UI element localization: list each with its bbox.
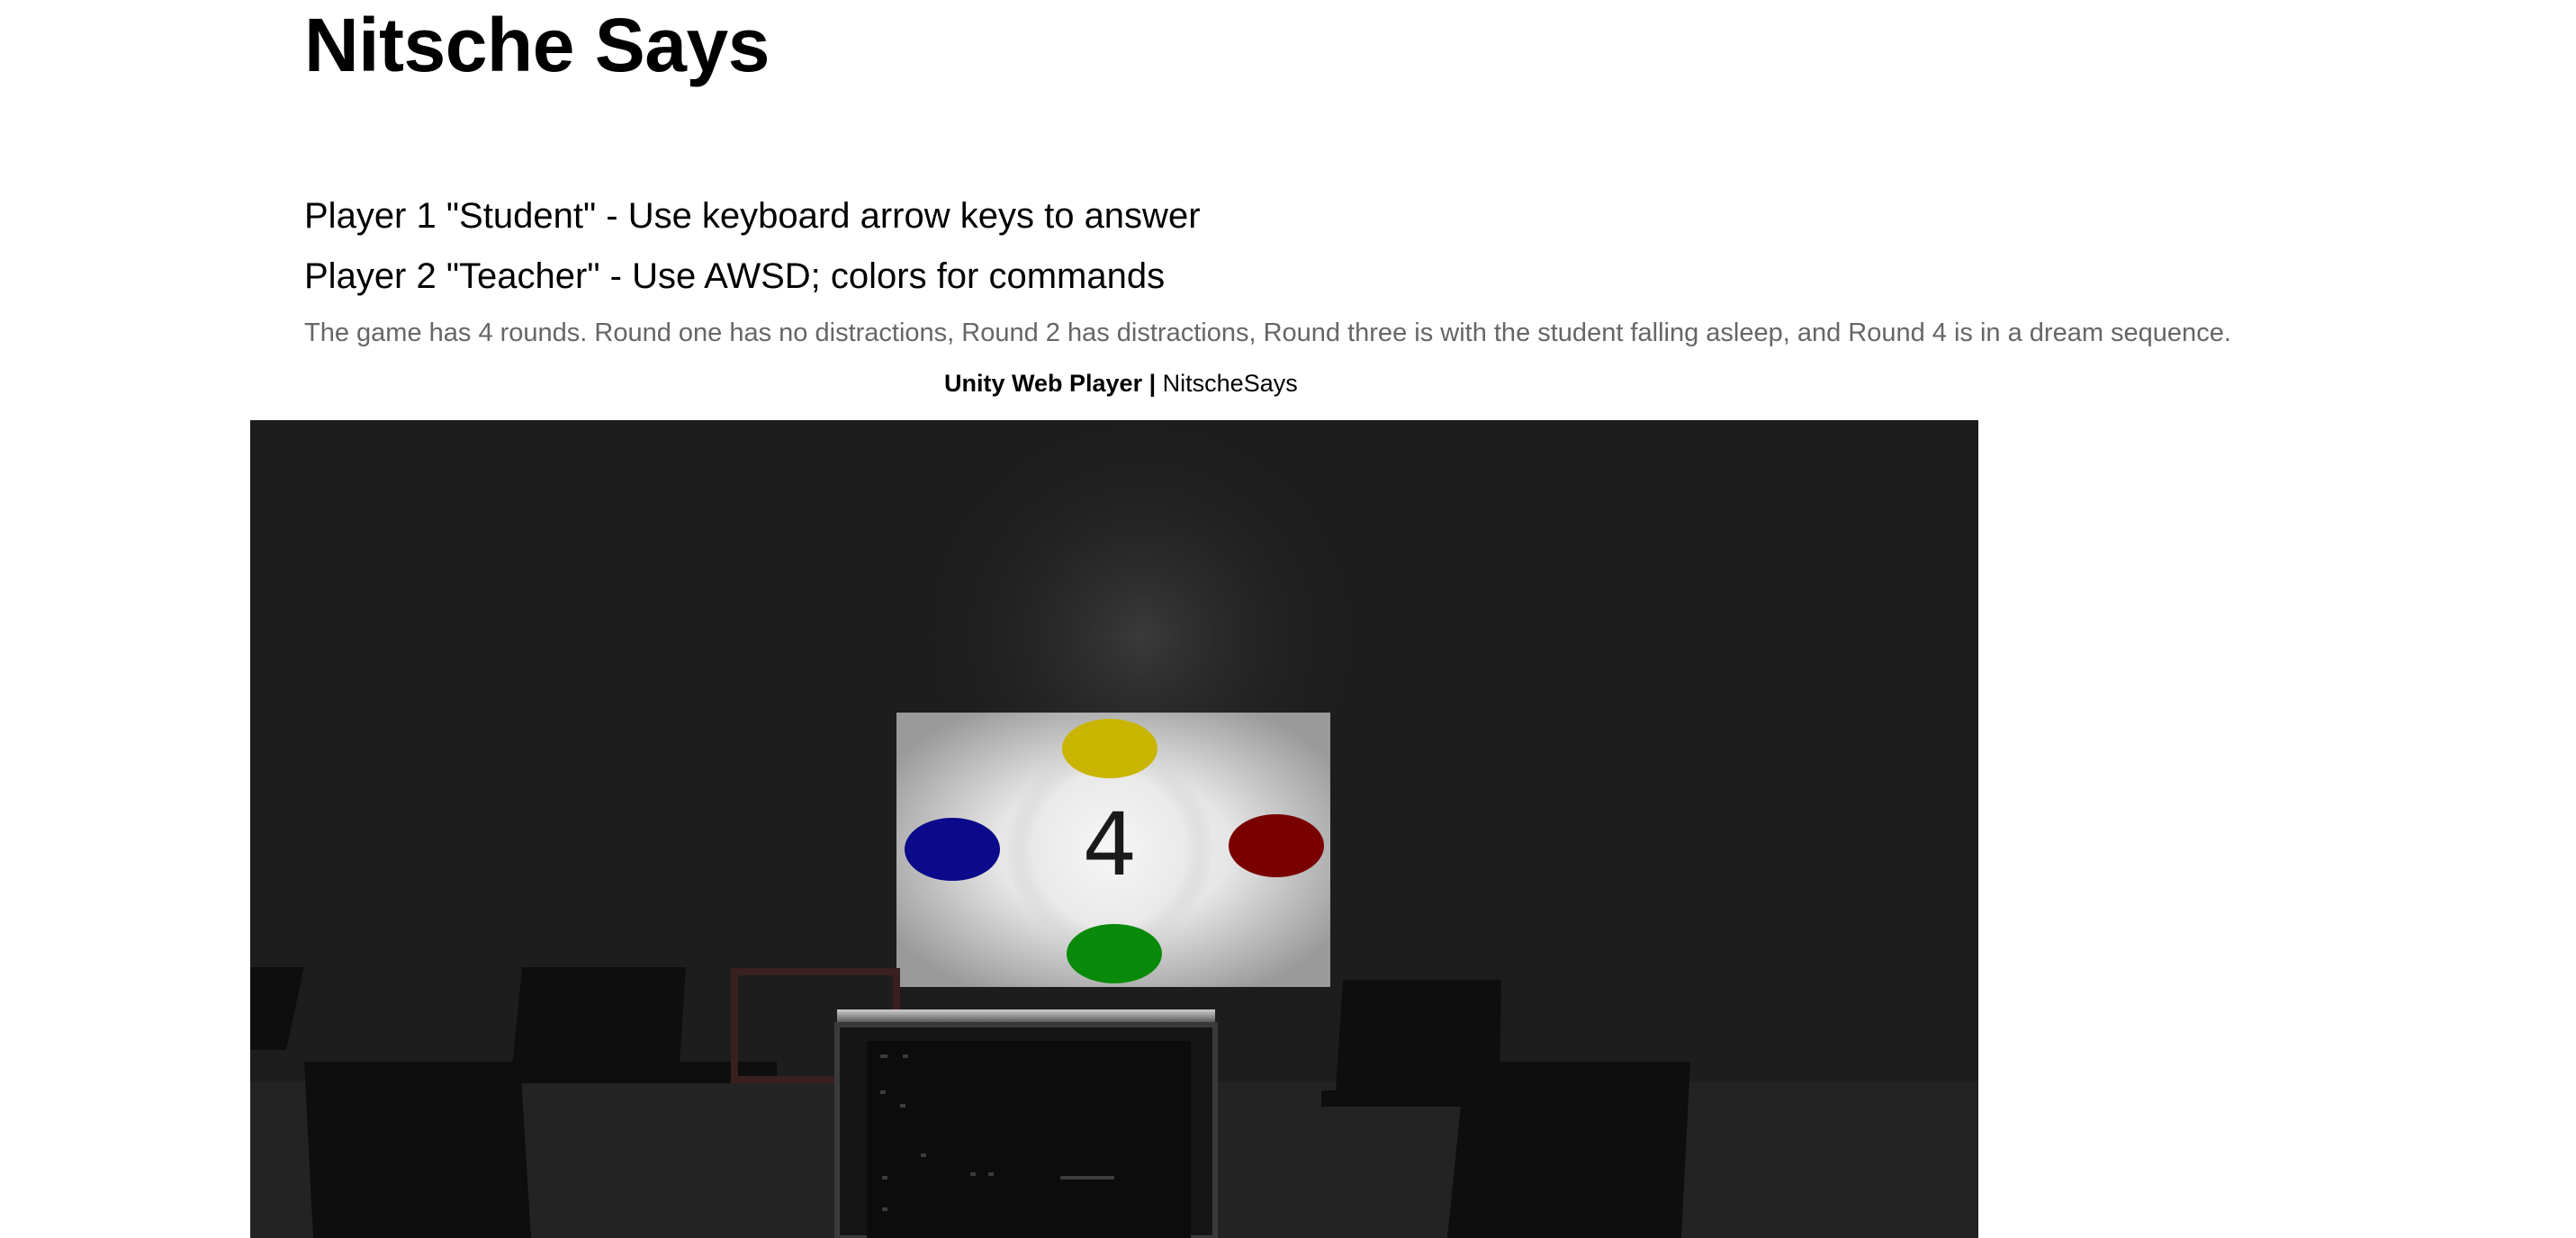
unity-player-label: Unity Web Player [944, 370, 1143, 397]
game-scene: 4 [250, 420, 1978, 1238]
unity-game-name: NitscheSays [1162, 370, 1298, 397]
unity-separator: | [1148, 370, 1157, 397]
round-number: 4 [1082, 794, 1137, 895]
page: Nitsche Says Player 1 "Student" - Use ke… [0, 0, 2576, 1238]
game-description: The game has 4 rounds. Round one has no … [304, 318, 2231, 347]
color-board: 4 [896, 713, 1330, 987]
desk-monitor [834, 1009, 1218, 1238]
page-title: Nitsche Says [304, 3, 770, 87]
bottom-color-button [1067, 924, 1162, 983]
left-color-button [905, 818, 1000, 881]
unity-header: Unity Web Player | NitscheSays [944, 367, 1298, 399]
top-color-button [1062, 719, 1157, 778]
player1-instructions: Player 1 "Student" - Use keyboard arrow … [304, 196, 1201, 236]
player2-instructions: Player 2 "Teacher" - Use AWSD; colors fo… [304, 256, 1166, 296]
right-color-button [1229, 814, 1324, 877]
unity-game-canvas[interactable]: 4 [250, 420, 1978, 1238]
